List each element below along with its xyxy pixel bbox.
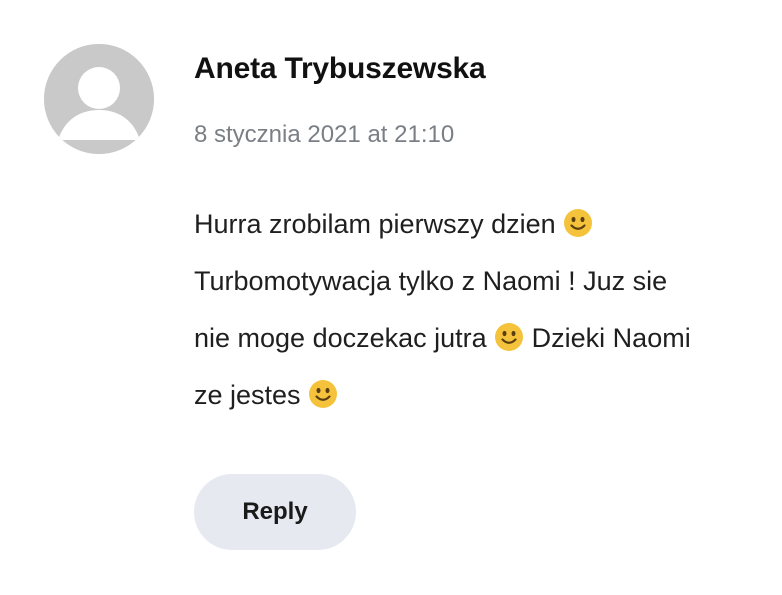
comment-line: Turbomotywacja tylko z Naomi ! Juz sie bbox=[194, 253, 769, 310]
comment-line-text: Hurra zrobilam pierwszy dzien bbox=[194, 209, 564, 239]
comment-line: Hurra zrobilam pierwszy dzien bbox=[194, 196, 769, 253]
default-user-icon bbox=[44, 44, 154, 154]
slightly-smiling-face-icon bbox=[308, 379, 338, 409]
comment-line-text: nie moge doczekac jutra bbox=[194, 323, 495, 353]
comment-author: Aneta Trybuszewska bbox=[194, 52, 486, 85]
comment-line: nie moge doczekac jutra Dzieki Naomi bbox=[194, 310, 769, 367]
comment-line-text: ze jestes bbox=[194, 380, 309, 410]
comment: Aneta Trybuszewska 8 stycznia 2021 at 21… bbox=[0, 0, 782, 595]
comment-line-text-after: Dzieki Naomi bbox=[524, 323, 691, 353]
comment-body: Hurra zrobilam pierwszy dzien Turbomotyw… bbox=[194, 196, 769, 424]
comment-line: ze jestes bbox=[194, 367, 769, 424]
avatar bbox=[44, 44, 154, 154]
comment-line-text: Turbomotywacja tylko z Naomi ! Juz sie bbox=[194, 266, 668, 296]
comment-date: 8 stycznia 2021 at 21:10 bbox=[194, 121, 455, 148]
slightly-smiling-face-icon bbox=[563, 208, 593, 238]
reply-button[interactable]: Reply bbox=[194, 474, 356, 550]
slightly-smiling-face-icon bbox=[494, 322, 524, 352]
